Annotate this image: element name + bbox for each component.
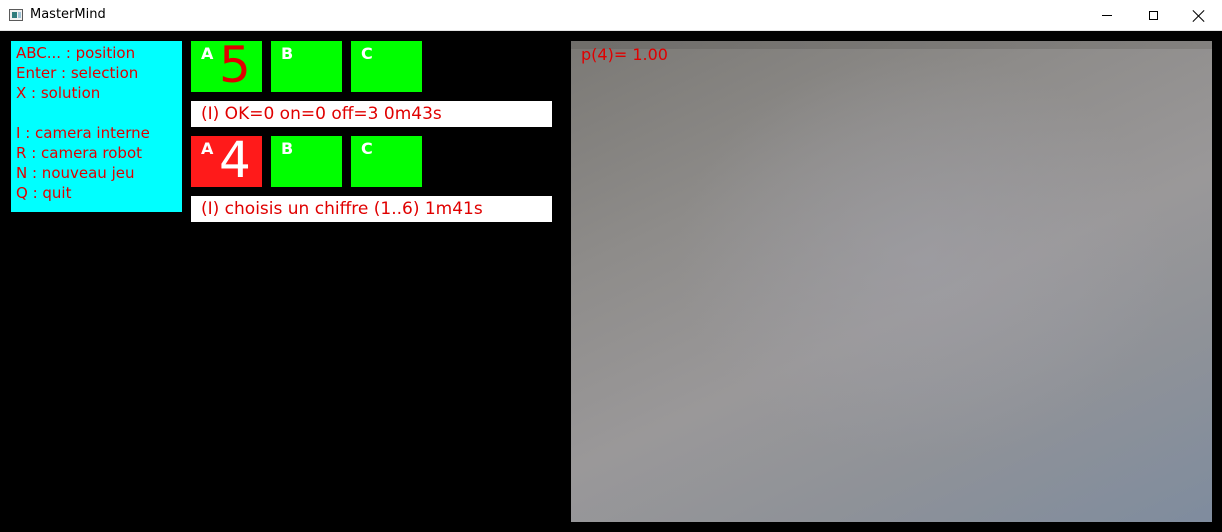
- camera-view: p(4)= 1.00: [571, 41, 1212, 522]
- close-button[interactable]: [1176, 0, 1222, 31]
- title-bar: MasterMind: [0, 0, 1222, 31]
- row1-slot-c[interactable]: C: [351, 41, 422, 92]
- help-line-camera-robot: R : camera robot: [16, 144, 143, 162]
- help-line-quit: Q : quit: [16, 184, 72, 202]
- help-line-selection: Enter : selection: [16, 64, 139, 82]
- row1-status-text: (I) OK=0 on=0 off=3 0m43s: [201, 104, 442, 124]
- row1-slot-b[interactable]: B: [271, 41, 342, 92]
- row2-status-text: (I) choisis un chiffre (1..6) 1m41s: [201, 199, 483, 219]
- help-line-camera-interne: I : camera interne: [16, 124, 150, 142]
- slot-letter: B: [281, 44, 294, 63]
- maximize-button[interactable]: [1130, 0, 1176, 31]
- help-line-solution: X : solution: [16, 84, 101, 102]
- camera-prediction-label: p(4)= 1.00: [581, 45, 668, 64]
- slot-digit: 5: [219, 36, 251, 94]
- row2-slot-c[interactable]: C: [351, 136, 422, 187]
- slot-letter: C: [361, 44, 373, 63]
- row1-status-bar: (I) OK=0 on=0 off=3 0m43s: [191, 101, 552, 127]
- slot-letter: C: [361, 139, 373, 158]
- slot-digit: 4: [219, 131, 251, 189]
- row2-slot-b[interactable]: B: [271, 136, 342, 187]
- app-icon: [9, 9, 23, 21]
- row1-slot-a[interactable]: A 5: [191, 37, 262, 93]
- help-line-position: ABC... : position: [16, 44, 136, 62]
- window-title: MasterMind: [30, 7, 106, 22]
- row2-slot-a[interactable]: A 4: [191, 132, 262, 188]
- slot-letter: B: [281, 139, 294, 158]
- help-line-nouveau-jeu: N : nouveau jeu: [16, 164, 135, 182]
- close-icon: [1193, 10, 1205, 22]
- help-panel: ABC... : position Enter : selection X : …: [11, 41, 182, 212]
- minimize-icon: [1102, 15, 1112, 16]
- slot-letter: A: [201, 139, 214, 158]
- maximize-icon: [1148, 11, 1158, 20]
- slot-letter: A: [201, 44, 214, 63]
- minimize-button[interactable]: [1084, 0, 1130, 31]
- row2-status-bar: (I) choisis un chiffre (1..6) 1m41s: [191, 196, 552, 222]
